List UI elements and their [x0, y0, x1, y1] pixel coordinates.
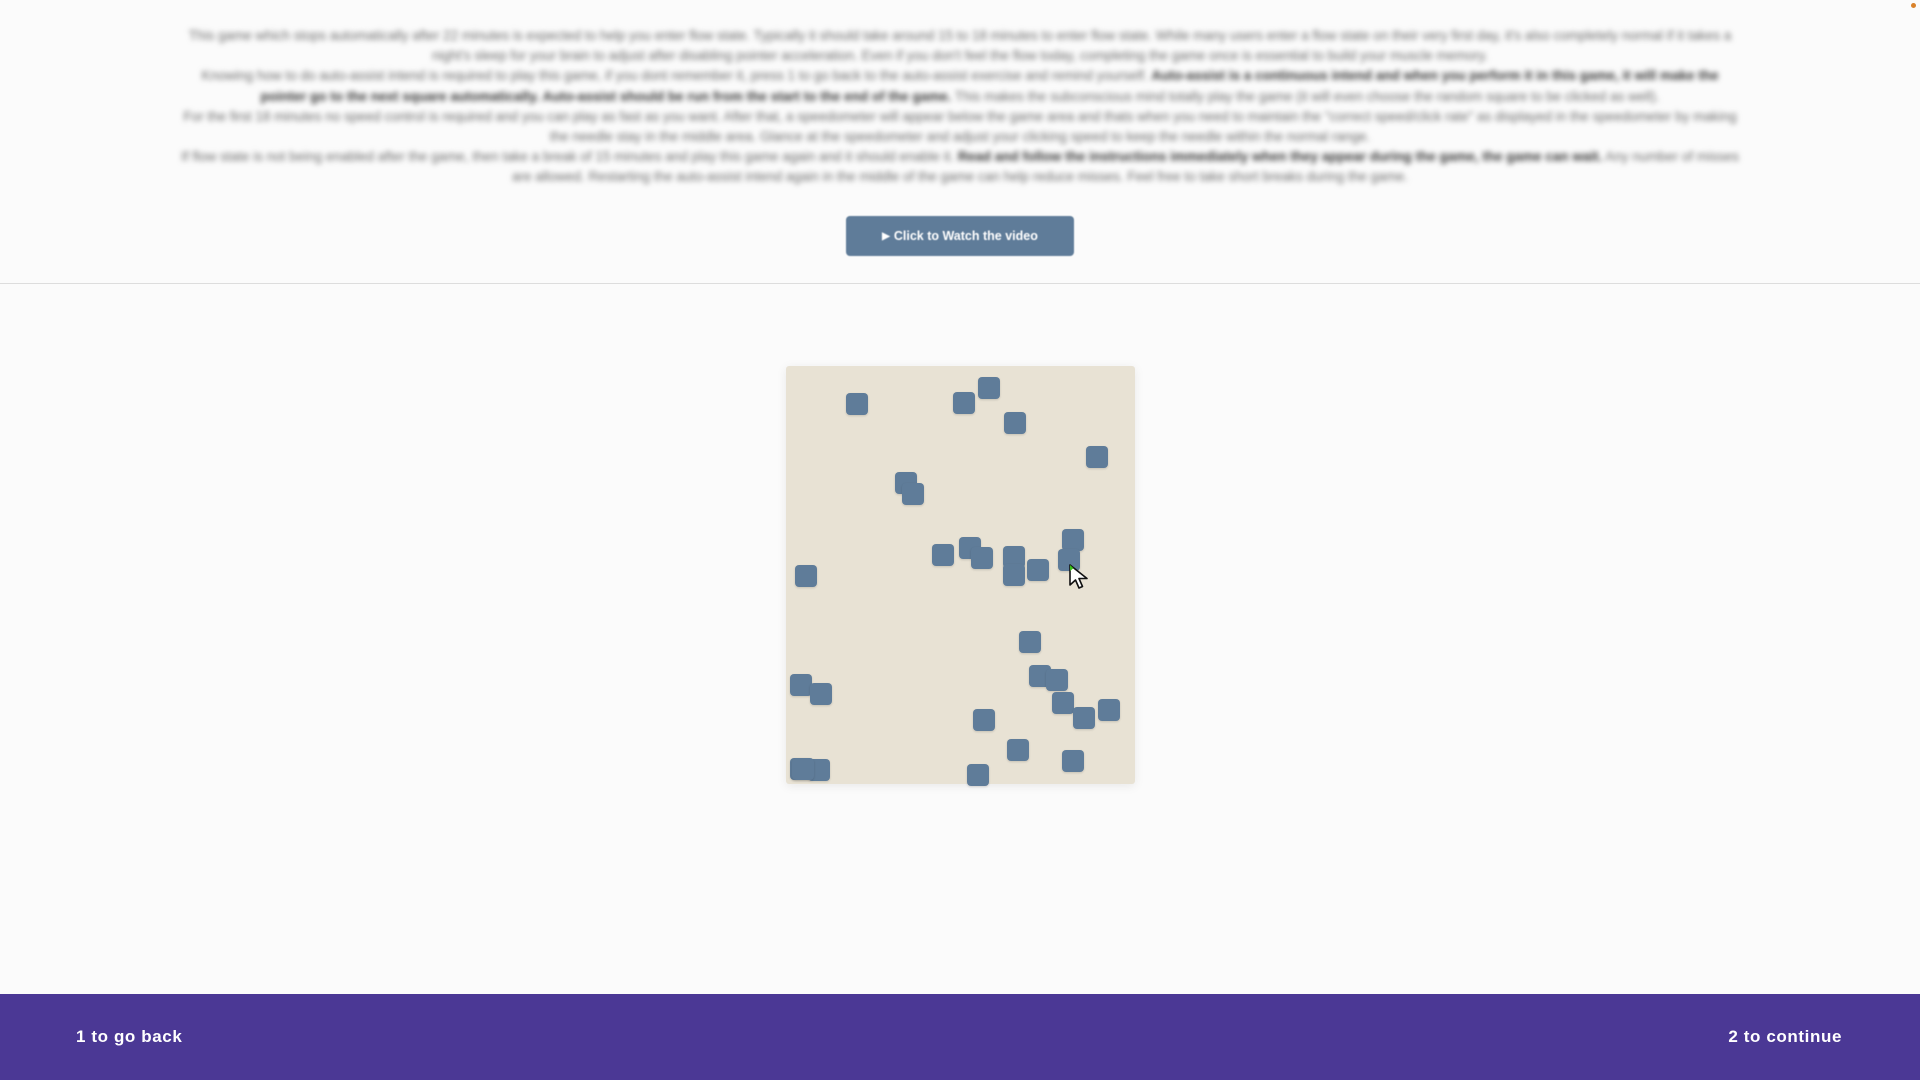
- target-square[interactable]: [1062, 529, 1084, 551]
- target-square[interactable]: [1073, 707, 1095, 729]
- target-square[interactable]: [978, 377, 1000, 399]
- instructions-paragraph-2: Knowing how to do auto-assist intend is …: [180, 66, 1740, 106]
- target-square[interactable]: [902, 483, 924, 505]
- target-square[interactable]: [953, 392, 975, 414]
- instructions-paragraph-3: For the first 18 minutes no speed contro…: [183, 108, 1737, 145]
- instructions-paragraph-4: If flow state is not being enabled after…: [180, 147, 1740, 187]
- instructions-paragraph-1: This game which stops automatically afte…: [188, 28, 1732, 64]
- target-square[interactable]: [790, 674, 812, 696]
- go-back-hint[interactable]: 1 to go back: [76, 1027, 182, 1047]
- target-square[interactable]: [1046, 669, 1068, 691]
- target-square[interactable]: [1027, 559, 1049, 581]
- target-square[interactable]: [971, 547, 993, 569]
- target-square[interactable]: [1004, 412, 1026, 434]
- section-divider: [0, 283, 1920, 284]
- target-square[interactable]: [795, 565, 817, 587]
- target-square[interactable]: [932, 544, 954, 566]
- instructions-paragraph-2-end: This makes the subconscious mind totally…: [951, 88, 1660, 104]
- status-indicator-dot: [1911, 3, 1916, 8]
- play-icon: ▶: [882, 230, 890, 242]
- target-square[interactable]: [1007, 739, 1029, 761]
- target-square[interactable]: [1062, 750, 1084, 772]
- page: This game which stops automatically afte…: [0, 0, 1920, 1080]
- instructions-paragraph-4-start: If flow state is not being enabled after…: [181, 149, 958, 165]
- target-square[interactable]: [792, 758, 814, 780]
- target-square[interactable]: [810, 683, 832, 705]
- watch-video-label: Click to Watch the video: [893, 229, 1038, 243]
- continue-hint[interactable]: 2 to continue: [1728, 1027, 1842, 1047]
- mouse-cursor-icon: [1069, 564, 1088, 589]
- instructions-paragraph-2-start: Knowing how to do auto-assist intend is …: [201, 68, 1152, 84]
- target-square[interactable]: [1019, 631, 1041, 653]
- target-square[interactable]: [846, 393, 868, 415]
- watch-video-button[interactable]: ▶ Click to Watch the video: [846, 216, 1074, 256]
- footer-bar: [0, 994, 1920, 1080]
- instructions-paragraph-4-bold: Read and follow the instructions immedia…: [957, 149, 1603, 165]
- target-square[interactable]: [1052, 692, 1074, 714]
- instructions-text: This game which stops automatically afte…: [180, 26, 1740, 188]
- target-square[interactable]: [967, 764, 989, 786]
- target-square[interactable]: [1098, 699, 1120, 721]
- target-square[interactable]: [1086, 446, 1108, 468]
- target-square[interactable]: [973, 709, 995, 731]
- target-square[interactable]: [1003, 564, 1025, 586]
